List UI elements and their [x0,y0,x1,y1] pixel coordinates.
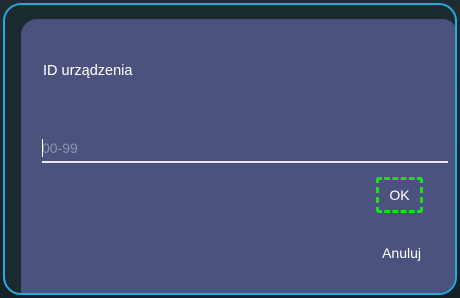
device-screen-frame: ID urządzenia OK Anuluj [3,3,457,295]
device-id-input[interactable] [42,137,448,163]
text-cursor [42,139,43,157]
ok-button-label: OK [389,187,410,203]
dialog-title: ID urządzenia [43,63,133,79]
ok-button[interactable]: OK [376,177,423,213]
cancel-button-label: Anuluj [382,245,421,261]
device-id-dialog: ID urządzenia OK Anuluj [21,19,455,293]
cancel-button[interactable]: Anuluj [361,241,421,265]
